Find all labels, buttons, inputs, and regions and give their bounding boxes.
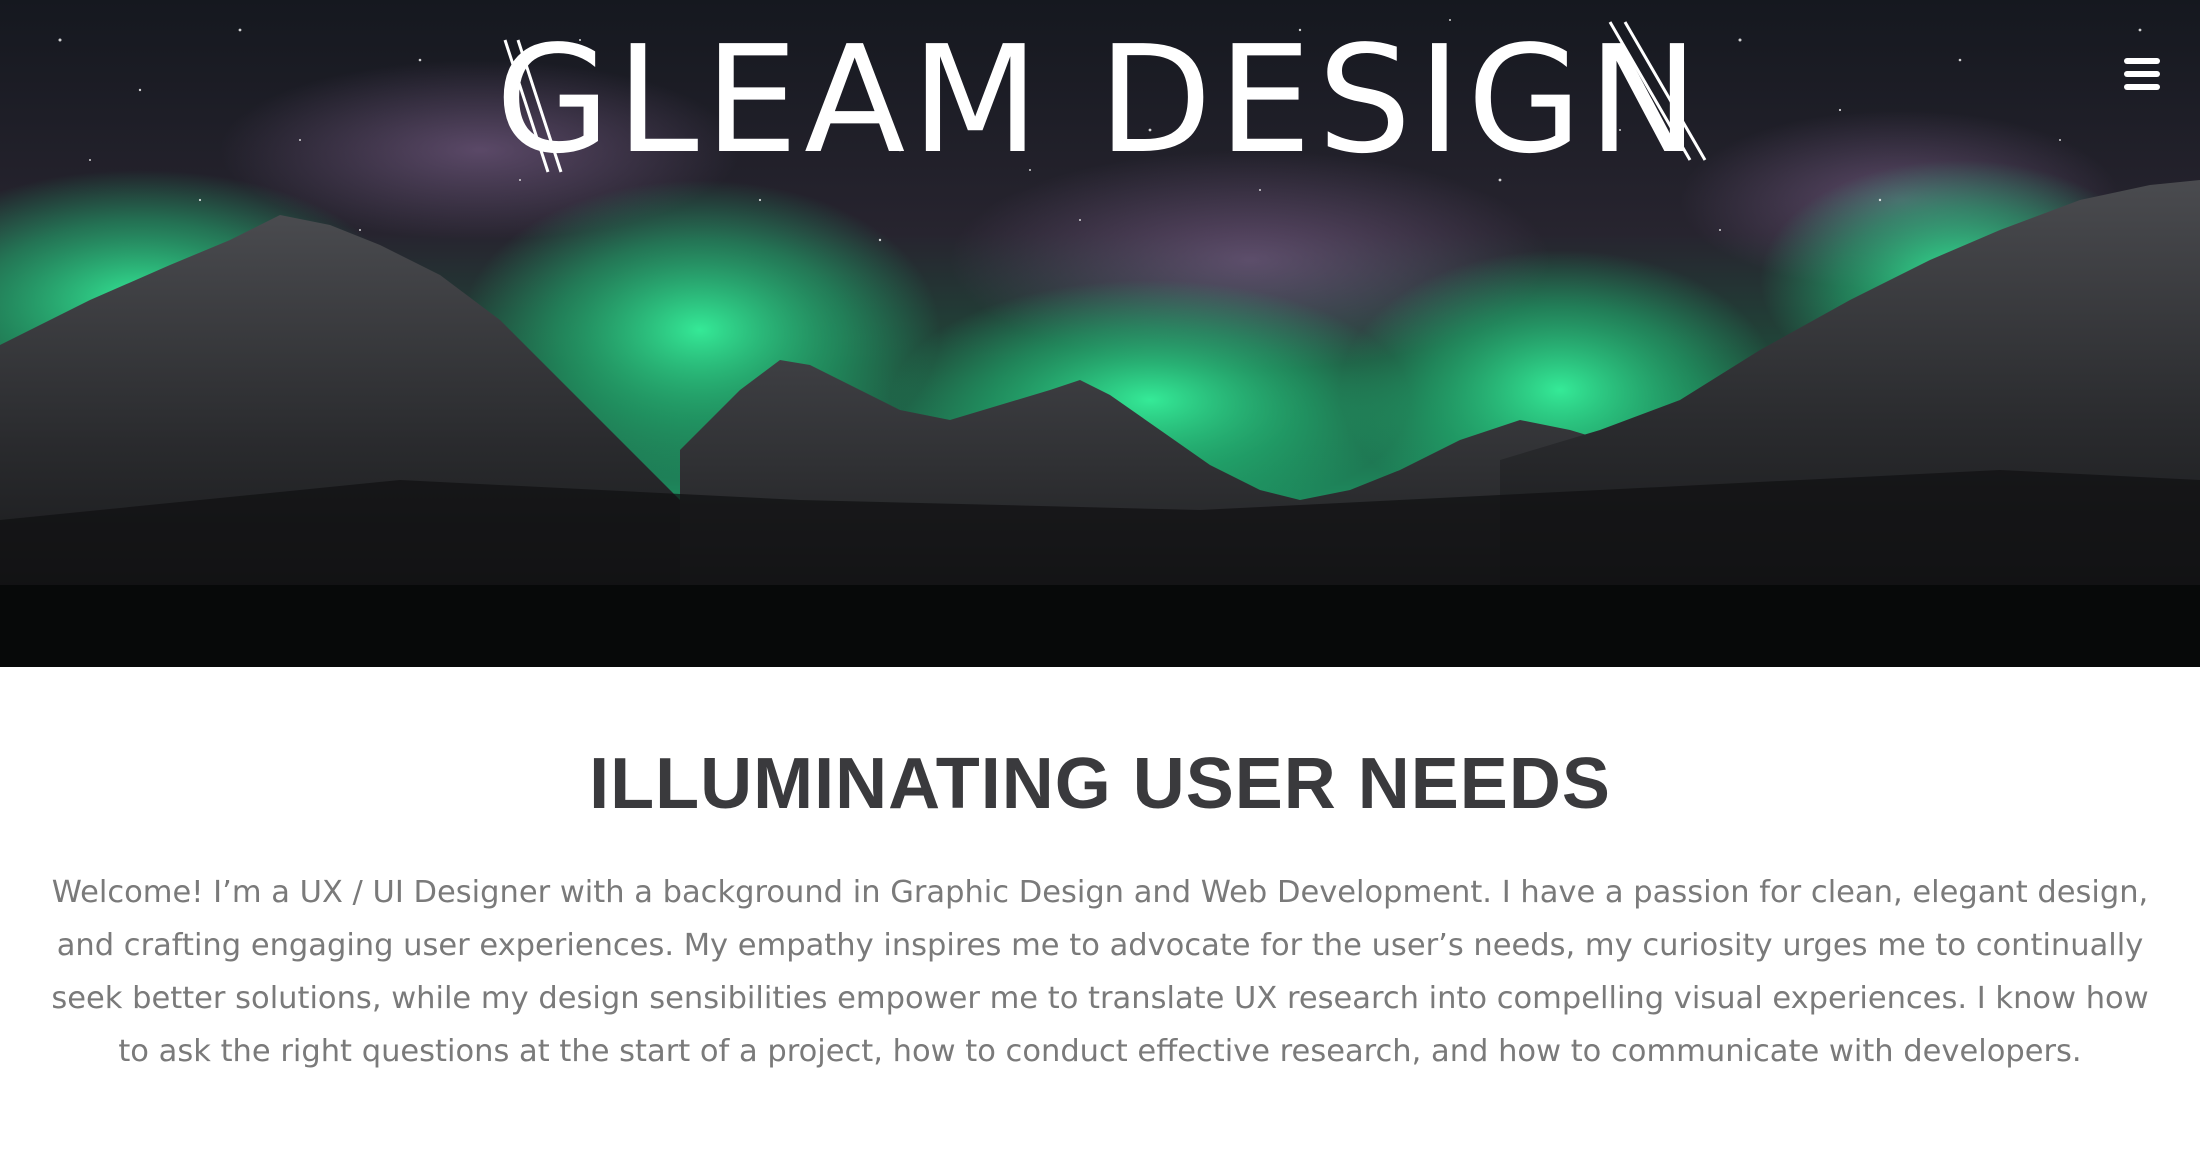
- intro-section: ILLUMINATING USER NEEDS Welcome! I’m a U…: [0, 667, 2200, 1168]
- menu-bar: [2124, 71, 2160, 77]
- intro-paragraph: Welcome! I’m a UX / UI Designer with a b…: [51, 875, 2149, 1069]
- page-headline: ILLUMINATING USER NEEDS: [589, 744, 1611, 824]
- menu-bar: [2124, 84, 2160, 90]
- hero-banner: GLEAM DESIGN: [0, 0, 2200, 667]
- menu-bar: [2124, 58, 2160, 64]
- site-logo[interactable]: GLEAM DESIGN: [0, 20, 2200, 180]
- hamburger-menu-icon[interactable]: [2122, 58, 2162, 98]
